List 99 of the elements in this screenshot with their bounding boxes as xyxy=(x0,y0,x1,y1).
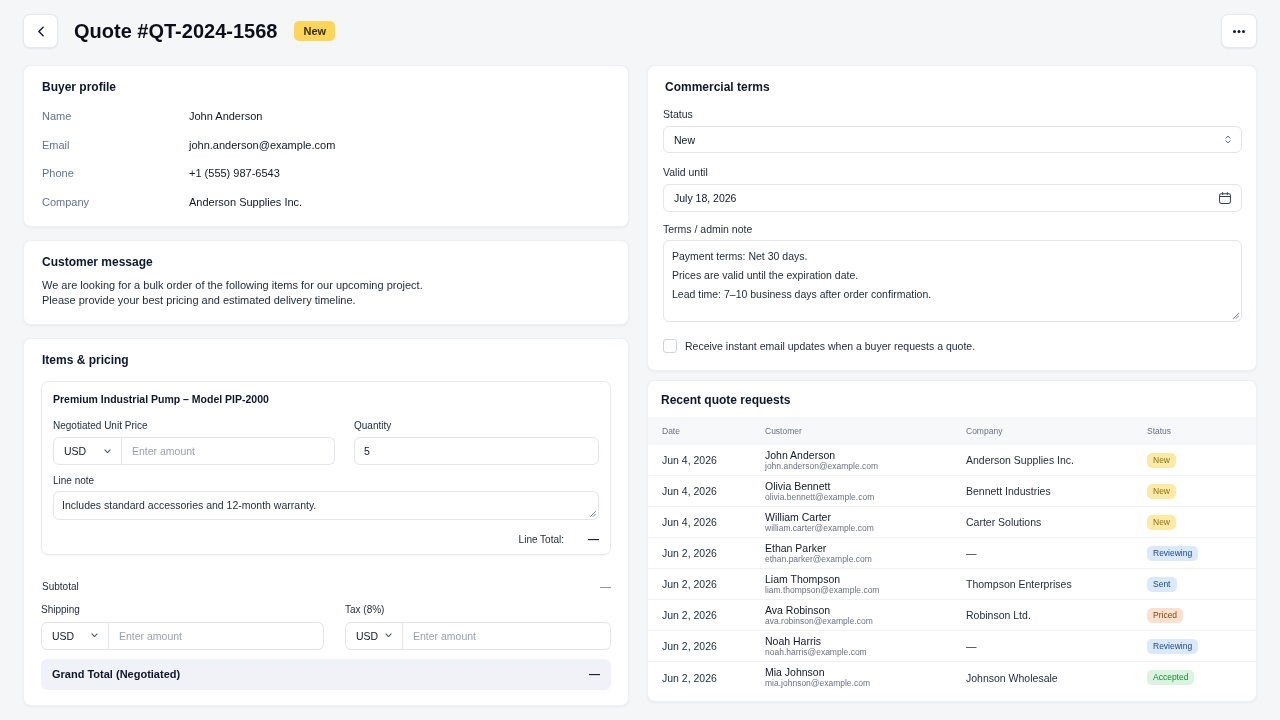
field-label: Company xyxy=(42,195,91,208)
field-value: John Anderson xyxy=(189,110,264,123)
customer-email: ava.robinson@example.com xyxy=(765,615,873,627)
subtotal-label: Subtotal xyxy=(42,580,79,592)
line-note-textarea[interactable]: Includes standard accessories and 12-month warranty. xyxy=(53,491,599,520)
date-cell-text: Jun 2, 2026 xyxy=(662,547,718,559)
status-badge: New xyxy=(294,21,336,41)
card-title: Items & pricing xyxy=(42,353,130,368)
subtotal-value: — xyxy=(600,580,611,592)
date-cell-text: Jun 4, 2026 xyxy=(662,485,718,497)
customer-email: liam.thompson@example.com xyxy=(765,584,880,596)
company-cell-text: Johnson Wholesale xyxy=(966,671,1059,684)
line-total-label: Line Total: xyxy=(518,533,564,545)
company-cell-text: — xyxy=(966,640,978,652)
chevron-down-icon xyxy=(91,633,98,638)
amount-input[interactable]: Enter amount xyxy=(109,621,324,650)
date-cell-text: Jun 4, 2026 xyxy=(662,516,718,528)
customer-email: olivia.bennett@example.com xyxy=(765,491,875,503)
company-cell-text: Thompson Enterprises xyxy=(966,578,1073,590)
field-label: Tax (8%) xyxy=(345,602,386,616)
company-cell-text: — xyxy=(966,547,978,559)
customer-name: William Carter xyxy=(765,510,831,523)
status-tag: Reviewing xyxy=(1147,545,1199,561)
checkbox-label: Receive instant email updates when a buyer requests a quote. xyxy=(685,340,976,352)
company-cell-text: Anderson Supplies Inc. xyxy=(966,454,1075,466)
status-tag: Sent xyxy=(1147,576,1177,592)
checkbox[interactable] xyxy=(663,339,677,353)
currency-select[interactable]: USD xyxy=(41,621,109,650)
status-tag: Accepted xyxy=(1147,670,1195,685)
field-label: Terms / admin note xyxy=(663,223,754,236)
customer-email: mia.johnson@example.com xyxy=(765,678,870,689)
customer-name: Mia Johnson xyxy=(765,666,825,678)
company-cell-text: Robinson Ltd. xyxy=(966,609,1032,621)
customer-name: Ava Robinson xyxy=(765,603,831,616)
field-label: Shipping xyxy=(41,602,81,616)
customer-name: John Anderson xyxy=(765,448,836,461)
status-tag: Priced xyxy=(1147,607,1184,623)
customer-name: Ethan Parker xyxy=(765,541,827,554)
card-title: Recent quote requests xyxy=(661,393,792,408)
status-tag: New xyxy=(1147,514,1176,530)
grand-total-label: Grand Total (Negotiated) xyxy=(52,668,181,680)
resize-grip-icon[interactable] xyxy=(1233,313,1239,319)
card-title: Commercial terms xyxy=(665,80,771,95)
terms-textarea[interactable]: Payment terms: Net 30 days. Prices are valid until the expiration date. Lead time: 7–10 business days after order confirmation. xyxy=(663,240,1242,322)
field-label: Quantity xyxy=(354,419,393,432)
column-header: Status xyxy=(1147,426,1173,436)
field-label: Line note xyxy=(53,474,96,487)
status-tag: New xyxy=(1147,452,1176,468)
field-label: Name xyxy=(42,110,73,123)
field-label: Status xyxy=(663,108,694,121)
status-tag: New xyxy=(1147,483,1176,499)
customer-email: ethan.parker@example.com xyxy=(765,553,872,565)
field-label: Phone xyxy=(42,167,75,180)
field-value: john.anderson@example.com xyxy=(189,138,337,151)
status-tag: Reviewing xyxy=(1147,638,1199,654)
page-title: Quote #QT-2024-1568 xyxy=(74,19,278,43)
quantity-input[interactable]: 5 xyxy=(354,437,599,465)
card-title: Customer message xyxy=(42,255,154,270)
date-cell-text: Jun 2, 2026 xyxy=(662,640,718,652)
currency-select[interactable]: USD xyxy=(53,437,122,465)
back-button[interactable] xyxy=(23,14,58,48)
line-total-value: — xyxy=(588,533,599,545)
status-select[interactable]: New xyxy=(663,126,1242,153)
chevron-left-icon xyxy=(37,25,44,37)
field-label: Email xyxy=(42,138,71,151)
field-value: +1 (555) 987-6543 xyxy=(189,167,281,180)
amount-input[interactable]: Enter amount xyxy=(403,621,611,650)
grand-total-value: — xyxy=(589,668,600,680)
company-cell-text: Bennett Industries xyxy=(966,485,1052,497)
customer-name: Olivia Bennett xyxy=(765,479,831,492)
customer-name: Liam Thompson xyxy=(765,572,841,585)
column-header: Company xyxy=(966,426,1004,436)
card-title: Buyer profile xyxy=(42,80,117,95)
more-button[interactable] xyxy=(1221,14,1257,48)
customer-name: Noah Harris xyxy=(765,634,822,647)
column-header: Customer xyxy=(765,426,803,436)
field-label: Negotiated Unit Price xyxy=(53,419,149,432)
date-cell-text: Jun 2, 2026 xyxy=(662,609,718,621)
date-cell-text: Jun 2, 2026 xyxy=(662,671,718,684)
customer-email: william.carter@example.com xyxy=(765,522,874,534)
company-cell-text: Carter Solutions xyxy=(966,516,1043,528)
date-cell-text: Jun 2, 2026 xyxy=(662,578,718,590)
chevron-down-icon xyxy=(385,633,392,638)
chevron-down-icon xyxy=(104,448,111,454)
date-field[interactable]: July 18, 2026 xyxy=(663,184,1242,212)
message-text: We are looking for a bulk order of the following items for our upcoming project. Please provide your best pricing and estimated delivery timeline. xyxy=(42,278,424,308)
chevrons-up-down-icon xyxy=(1225,135,1231,144)
customer-email: noah.harris@example.com xyxy=(765,646,867,658)
resize-grip-icon[interactable] xyxy=(590,511,596,517)
calendar-icon xyxy=(1219,192,1231,204)
date-cell-text: Jun 4, 2026 xyxy=(662,454,718,466)
ellipsis-icon xyxy=(1233,29,1245,33)
customer-email: john.anderson@example.com xyxy=(765,460,879,472)
field-value: Anderson Supplies Inc. xyxy=(189,195,304,208)
item-title: Premium Industrial Pump – Model PIP-2000 xyxy=(53,392,270,406)
column-header: Date xyxy=(662,426,681,436)
field-label: Valid until xyxy=(663,166,709,179)
currency-select[interactable]: USD xyxy=(345,621,403,650)
amount-input[interactable]: Enter amount xyxy=(122,437,335,465)
